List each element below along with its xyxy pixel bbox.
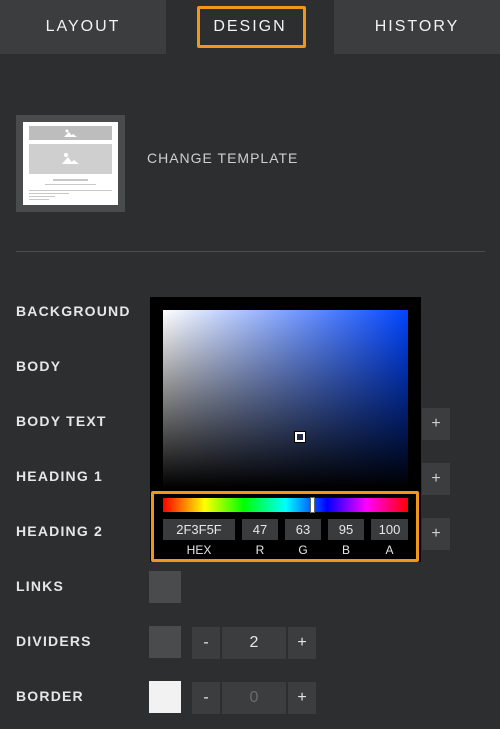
heading-2-label: HEADING 2 <box>16 523 104 539</box>
links-label: LINKS <box>16 578 64 594</box>
saturation-value-area[interactable] <box>163 310 408 488</box>
heading-1-add-button[interactable]: + <box>422 463 450 495</box>
thumbnail-hero <box>29 126 112 140</box>
red-label: R <box>255 543 265 557</box>
change-template-link[interactable]: CHANGE TEMPLATE <box>147 150 298 166</box>
dividers-color-swatch[interactable] <box>149 626 181 658</box>
thumbnail-line <box>53 179 88 181</box>
hex-label: HEX <box>186 543 212 557</box>
border-increment-button[interactable]: + <box>288 682 316 714</box>
alpha-input[interactable]: 100 <box>371 519 408 540</box>
body-text-label: BODY TEXT <box>16 413 107 429</box>
color-picker: 2F3F5F 47 63 95 100 HEX R G B A <box>150 297 421 562</box>
template-thumbnail[interactable] <box>16 115 125 212</box>
hue-slider-handle[interactable] <box>310 497 315 513</box>
border-color-swatch[interactable] <box>149 681 181 713</box>
thumbnail-image <box>29 144 112 174</box>
links-color-swatch[interactable] <box>149 571 181 603</box>
section-divider <box>16 251 485 252</box>
dividers-label: DIVIDERS <box>16 633 92 649</box>
thumbnail-line <box>45 184 96 185</box>
body-label: BODY <box>16 358 62 374</box>
tab-history[interactable]: HISTORY <box>334 0 500 54</box>
heading-2-add-button[interactable]: + <box>422 518 450 550</box>
border-width-field[interactable]: 0 <box>222 682 286 714</box>
tab-bar: LAYOUT DESIGN HISTORY <box>0 0 500 54</box>
alpha-label: A <box>385 543 394 557</box>
border-label: BORDER <box>16 688 84 704</box>
background-label: BACKGROUND <box>16 303 131 319</box>
green-label: G <box>298 543 308 557</box>
template-preview <box>23 122 118 205</box>
red-input[interactable]: 47 <box>242 519 278 540</box>
thumbnail-line <box>29 199 49 200</box>
hue-slider[interactable] <box>163 497 408 513</box>
body-text-add-button[interactable]: + <box>422 408 450 440</box>
image-icon <box>64 129 77 137</box>
hex-input[interactable]: 2F3F5F <box>163 519 235 540</box>
tab-design[interactable]: DESIGN <box>166 0 334 54</box>
blue-input[interactable]: 95 <box>328 519 364 540</box>
thumbnail-line <box>29 196 55 197</box>
dividers-decrement-button[interactable]: - <box>192 627 220 659</box>
color-handle[interactable] <box>294 431 306 443</box>
green-input[interactable]: 63 <box>285 519 321 540</box>
image-icon <box>62 153 79 164</box>
thumbnail-line <box>29 190 112 191</box>
blue-label: B <box>341 543 350 557</box>
border-decrement-button[interactable]: - <box>192 682 220 714</box>
heading-1-label: HEADING 1 <box>16 468 104 484</box>
thumbnail-line <box>29 193 69 194</box>
tab-layout[interactable]: LAYOUT <box>0 0 166 54</box>
dividers-increment-button[interactable]: + <box>288 627 316 659</box>
dividers-width-field[interactable]: 2 <box>222 627 286 659</box>
